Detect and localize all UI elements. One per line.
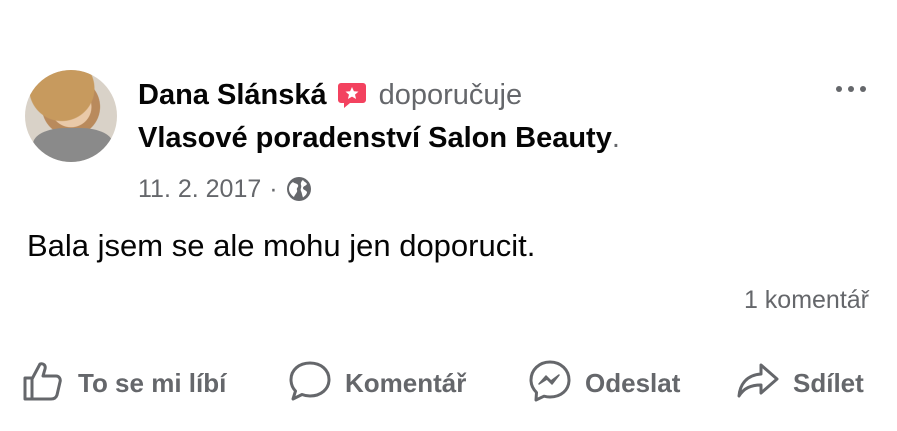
- comment-label: Komentář: [345, 367, 467, 398]
- recommend-badge-icon: [337, 80, 367, 110]
- share-label: Sdílet: [793, 367, 864, 398]
- author-avatar[interactable]: [25, 70, 117, 162]
- post-date[interactable]: 11. 2. 2017: [138, 175, 261, 204]
- recommends-label: doporučuje: [378, 78, 523, 111]
- thumbs-up-icon: [20, 358, 66, 409]
- more-dot: [836, 86, 842, 92]
- comment-count-link[interactable]: 1 komentář: [744, 286, 869, 315]
- globe-icon: [286, 176, 312, 202]
- send-label: Odeslat: [585, 367, 681, 398]
- more-dot: [848, 86, 854, 92]
- post-text: Bala jsem se ale mohu jen doporucit.: [27, 228, 536, 263]
- more-dot: [860, 86, 866, 92]
- meta-separator: ·: [269, 174, 278, 203]
- send-button[interactable]: Odeslat: [527, 355, 680, 411]
- share-button[interactable]: Sdílet: [735, 355, 864, 411]
- page-name-link[interactable]: Vlasové poradenství Salon Beauty: [138, 122, 612, 155]
- comment-button[interactable]: Komentář: [287, 355, 466, 411]
- more-options-icon[interactable]: [828, 74, 874, 104]
- like-button[interactable]: To se mi líbí: [20, 355, 226, 411]
- messenger-icon: [527, 358, 573, 409]
- recommended-page-line: Vlasové poradenství Salon Beauty.: [138, 118, 620, 158]
- author-name[interactable]: Dana Slánská: [138, 79, 327, 112]
- like-label: To se mi líbí: [78, 367, 227, 398]
- avatar-shirt: [33, 128, 113, 162]
- share-arrow-icon: [735, 358, 781, 409]
- speech-bubble-icon: [287, 358, 333, 409]
- post-header: Dana Slánská doporučuje: [138, 76, 522, 114]
- post-actions-bar: To se mi líbí Komentář Odeslat Sdílet: [0, 355, 897, 411]
- post-meta: 11. 2. 2017 ·: [138, 172, 312, 206]
- page-name-period: .: [611, 121, 620, 154]
